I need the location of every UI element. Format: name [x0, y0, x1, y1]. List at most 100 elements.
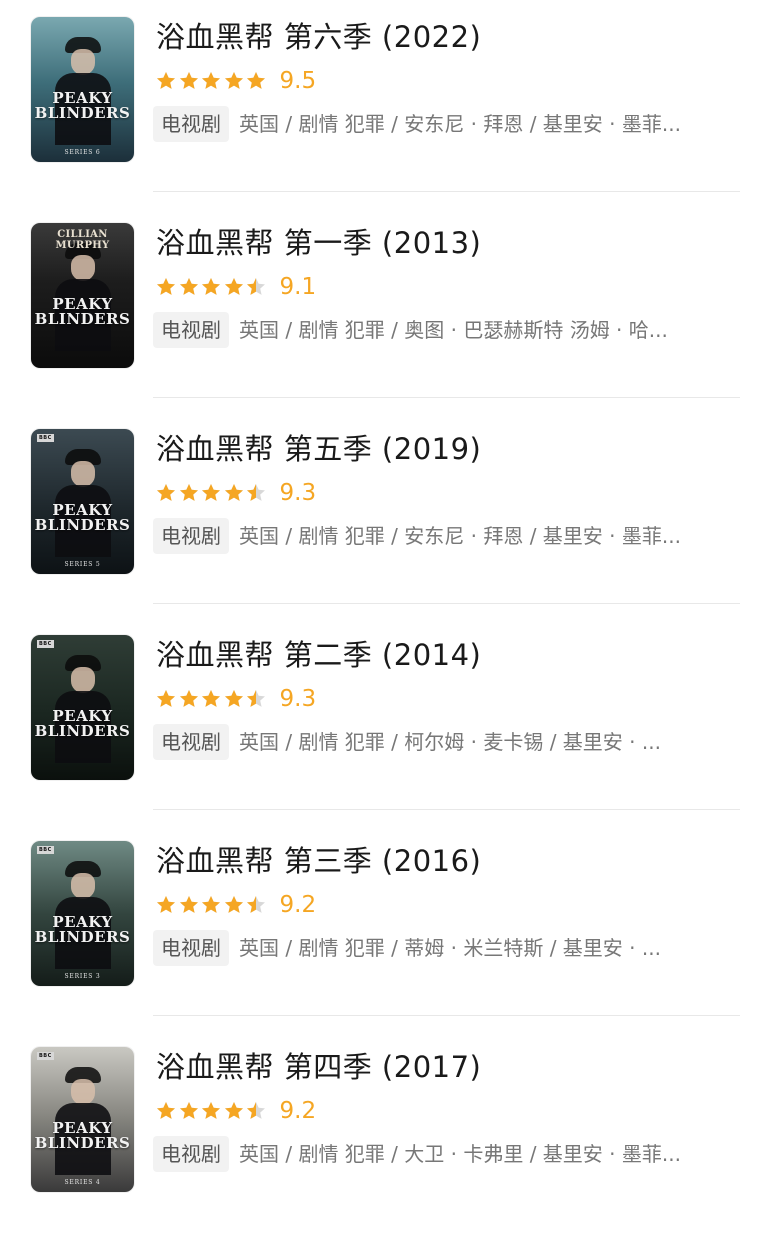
- show-title[interactable]: 浴血黑帮 第六季 (2022): [156, 17, 746, 57]
- poster-image[interactable]: BBC PEAKY BLINDERS SERIES 4: [31, 1047, 134, 1192]
- poster-image[interactable]: CILLIAN MURPHY PEAKY BLINDERS: [31, 223, 134, 368]
- poster-series-text: SERIES 5: [64, 561, 101, 568]
- type-tag: 电视剧: [153, 724, 229, 760]
- score-value: 9.2: [279, 1098, 317, 1124]
- star-icon: [179, 896, 198, 913]
- poster-figure-face: [71, 667, 95, 693]
- poster-logo-text: PEAKY BLINDERS: [34, 89, 131, 122]
- meta-info: 英国 / 剧情 犯罪 / 安东尼 · 拜恩 / 基里安 · 墨菲...: [239, 524, 681, 548]
- poster-bbc-logo: BBC: [37, 434, 54, 442]
- star-icon: [157, 896, 175, 913]
- poster-logo-text: PEAKY BLINDERS: [34, 1119, 131, 1152]
- poster-image[interactable]: BBC PEAKY BLINDERS SERIES 3: [31, 841, 134, 986]
- poster-top-text: CILLIAN MURPHY: [55, 229, 110, 251]
- type-tag: 电视剧: [153, 312, 229, 348]
- show-title[interactable]: 浴血黑帮 第一季 (2013): [156, 223, 746, 263]
- meta-info: 英国 / 剧情 犯罪 / 奥图 · 巴瑟赫斯特 汤姆 · 哈...: [239, 318, 668, 342]
- poster-logo-text: PEAKY BLINDERS: [34, 707, 131, 740]
- star-rating: [155, 688, 268, 710]
- poster-image[interactable]: PEAKY BLINDERS SERIES 6: [31, 17, 134, 162]
- poster-logo-text: PEAKY BLINDERS: [34, 501, 131, 534]
- show-title[interactable]: 浴血黑帮 第四季 (2017): [156, 1047, 746, 1087]
- poster-figure-face: [71, 873, 95, 899]
- star-icon: [224, 690, 243, 707]
- divider: [153, 191, 740, 192]
- star-icon: [179, 72, 198, 89]
- star-icon: [224, 484, 243, 501]
- star-rating: [155, 482, 268, 504]
- show-title[interactable]: 浴血黑帮 第二季 (2014): [156, 635, 746, 675]
- poster-image[interactable]: BBC PEAKY BLINDERS SERIES 5: [31, 429, 134, 574]
- score-value: 9.2: [279, 892, 317, 918]
- poster-logo-text: PEAKY BLINDERS: [34, 295, 131, 328]
- list-item[interactable]: BBC PEAKY BLINDERS SERIES 5 浴血黑帮 第五季 (2019)…: [0, 412, 772, 618]
- star-icon: [179, 1102, 198, 1119]
- rating-row: 9.5: [155, 64, 316, 98]
- meta-info: 英国 / 剧情 犯罪 / 蒂姆 · 米兰特斯 / 基里安 · ...: [239, 936, 661, 960]
- poster-image[interactable]: BBC PEAKY BLINDERS: [31, 635, 134, 780]
- poster-series-text: SERIES 6: [64, 149, 101, 156]
- star-icon: [202, 896, 220, 913]
- list-item[interactable]: BBC PEAKY BLINDERS 浴血黑帮 第二季 (2014) 9.3 电视剧 英国…: [0, 618, 772, 824]
- star-icon: [247, 1102, 265, 1119]
- poster-figure-face: [71, 1079, 95, 1105]
- type-tag: 电视剧: [153, 518, 229, 554]
- type-tag: 电视剧: [153, 1136, 229, 1172]
- star-icon: [157, 278, 175, 295]
- star-icon: [202, 278, 220, 295]
- list-item[interactable]: BBC PEAKY BLINDERS SERIES 4 浴血黑帮 第四季 (2017)…: [0, 1030, 772, 1236]
- show-title[interactable]: 浴血黑帮 第五季 (2019): [156, 429, 746, 469]
- rating-row: 9.2: [155, 888, 316, 922]
- meta-row: 电视剧 英国 / 剧情 犯罪 / 安东尼 · 拜恩 / 基里安 · 墨菲...: [153, 516, 748, 556]
- poster-figure-face: [71, 461, 95, 487]
- star-icon: [224, 278, 243, 295]
- list-item[interactable]: CILLIAN MURPHY PEAKY BLINDERS 浴血黑帮 第一季 (20…: [0, 206, 772, 412]
- divider: [153, 603, 740, 604]
- star-icon: [202, 72, 220, 89]
- meta-info: 英国 / 剧情 犯罪 / 大卫 · 卡弗里 / 基里安 · 墨菲...: [239, 1142, 681, 1166]
- star-icon: [157, 484, 175, 501]
- star-icon: [202, 484, 220, 501]
- star-rating: [155, 1100, 268, 1122]
- meta-row: 电视剧 英国 / 剧情 犯罪 / 安东尼 · 拜恩 / 基里安 · 墨菲...: [153, 104, 748, 144]
- star-icon: [157, 1102, 175, 1119]
- list-item[interactable]: PEAKY BLINDERS SERIES 6 浴血黑帮 第六季 (2022) 9.5…: [0, 0, 772, 206]
- star-icon: [224, 1102, 243, 1119]
- score-value: 9.3: [279, 686, 317, 712]
- star-icon: [157, 72, 175, 89]
- star-rating: [155, 70, 268, 92]
- divider: [153, 397, 740, 398]
- poster-logo-text: PEAKY BLINDERS: [34, 913, 131, 946]
- star-icon: [224, 896, 243, 913]
- meta-info: 英国 / 剧情 犯罪 / 柯尔姆 · 麦卡锡 / 基里安 · ...: [239, 730, 661, 754]
- divider: [153, 1015, 740, 1016]
- rating-row: 9.2: [155, 1094, 316, 1128]
- poster-figure-face: [71, 49, 95, 75]
- score-value: 9.5: [279, 68, 317, 94]
- poster-bbc-logo: BBC: [37, 1052, 54, 1060]
- meta-row: 电视剧 英国 / 剧情 犯罪 / 蒂姆 · 米兰特斯 / 基里安 · ...: [153, 928, 748, 968]
- divider: [153, 809, 740, 810]
- type-tag: 电视剧: [153, 930, 229, 966]
- star-icon: [247, 278, 265, 295]
- rating-row: 9.3: [155, 682, 316, 716]
- meta-row: 电视剧 英国 / 剧情 犯罪 / 柯尔姆 · 麦卡锡 / 基里安 · ...: [153, 722, 748, 762]
- poster-figure-face: [71, 255, 95, 281]
- star-icon: [202, 1102, 220, 1119]
- star-rating: [155, 894, 268, 916]
- list-item[interactable]: BBC PEAKY BLINDERS SERIES 3 浴血黑帮 第三季 (2016)…: [0, 824, 772, 1030]
- meta-row: 电视剧 英国 / 剧情 犯罪 / 大卫 · 卡弗里 / 基里安 · 墨菲...: [153, 1134, 748, 1174]
- rating-row: 9.3: [155, 476, 316, 510]
- score-value: 9.1: [279, 274, 317, 300]
- rating-row: 9.1: [155, 270, 316, 304]
- poster-series-text: SERIES 4: [64, 1179, 101, 1186]
- show-title[interactable]: 浴血黑帮 第三季 (2016): [156, 841, 746, 881]
- poster-bbc-logo: BBC: [37, 640, 54, 648]
- meta-row: 电视剧 英国 / 剧情 犯罪 / 奥图 · 巴瑟赫斯特 汤姆 · 哈...: [153, 310, 748, 350]
- poster-series-text: SERIES 3: [64, 973, 101, 980]
- star-icon: [224, 72, 243, 89]
- type-tag: 电视剧: [153, 106, 229, 142]
- star-rating: [155, 276, 268, 298]
- meta-info: 英国 / 剧情 犯罪 / 安东尼 · 拜恩 / 基里安 · 墨菲...: [239, 112, 681, 136]
- star-icon: [247, 72, 265, 89]
